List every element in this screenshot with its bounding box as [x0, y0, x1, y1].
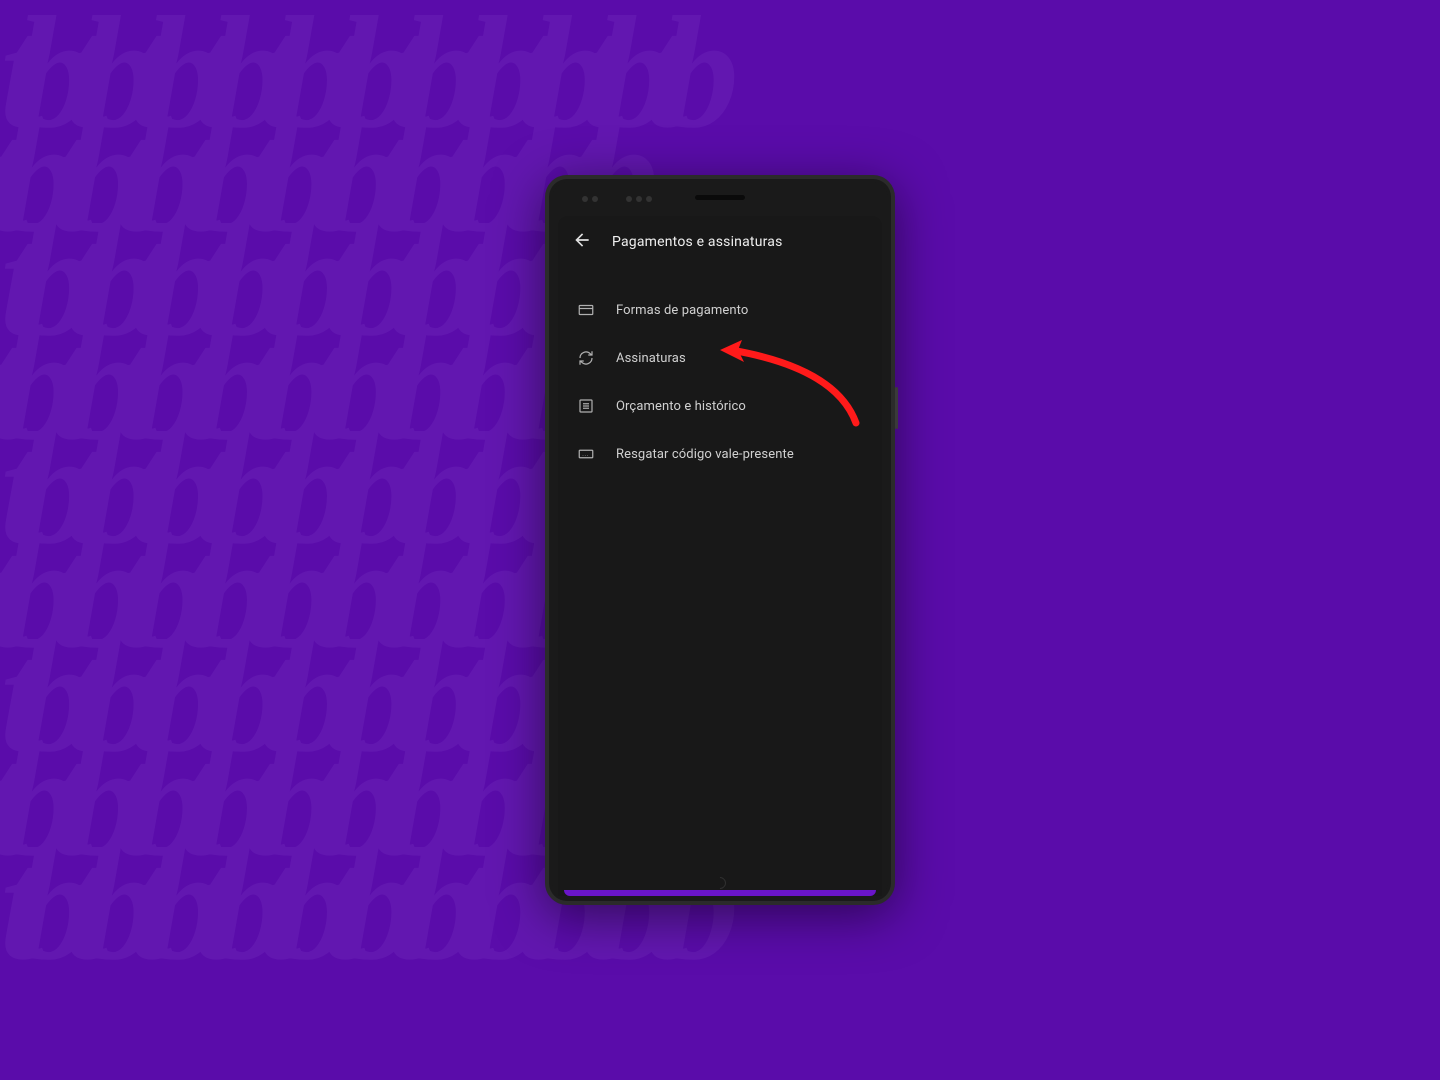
menu-item-label: Resgatar código vale-presente: [616, 447, 794, 462]
phone-camera-dots: [626, 196, 652, 202]
phone-sensor-dots: [582, 196, 598, 202]
page-title: Pagamentos e assinaturas: [612, 234, 783, 250]
list-icon: [576, 396, 596, 416]
menu-item-budget-history[interactable]: Orçamento e histórico: [558, 382, 882, 430]
nav-bar-accent: [564, 890, 876, 896]
arrow-left-icon: [572, 230, 592, 250]
settings-menu-list: Formas de pagamento Assinaturas Orçament…: [558, 268, 882, 478]
menu-item-label: Formas de pagamento: [616, 303, 748, 318]
menu-item-label: Orçamento e histórico: [616, 399, 746, 414]
menu-item-subscriptions[interactable]: Assinaturas: [558, 334, 882, 382]
credit-card-icon: [576, 300, 596, 320]
phone-power-button: [895, 387, 898, 429]
refresh-icon: [576, 348, 596, 368]
app-bar: Pagamentos e assinaturas: [558, 216, 882, 268]
home-indicator: [712, 875, 729, 892]
phone-earpiece: [695, 195, 745, 200]
menu-item-label: Assinaturas: [616, 351, 686, 366]
phone-screen: Pagamentos e assinaturas Formas de pagam…: [558, 216, 882, 896]
phone-mockup-frame: Pagamentos e assinaturas Formas de pagam…: [545, 175, 895, 905]
menu-item-payment-methods[interactable]: Formas de pagamento: [558, 286, 882, 334]
menu-item-redeem-code[interactable]: Resgatar código vale-presente: [558, 430, 882, 478]
gift-code-icon: [576, 444, 596, 464]
back-button[interactable]: [572, 230, 592, 254]
